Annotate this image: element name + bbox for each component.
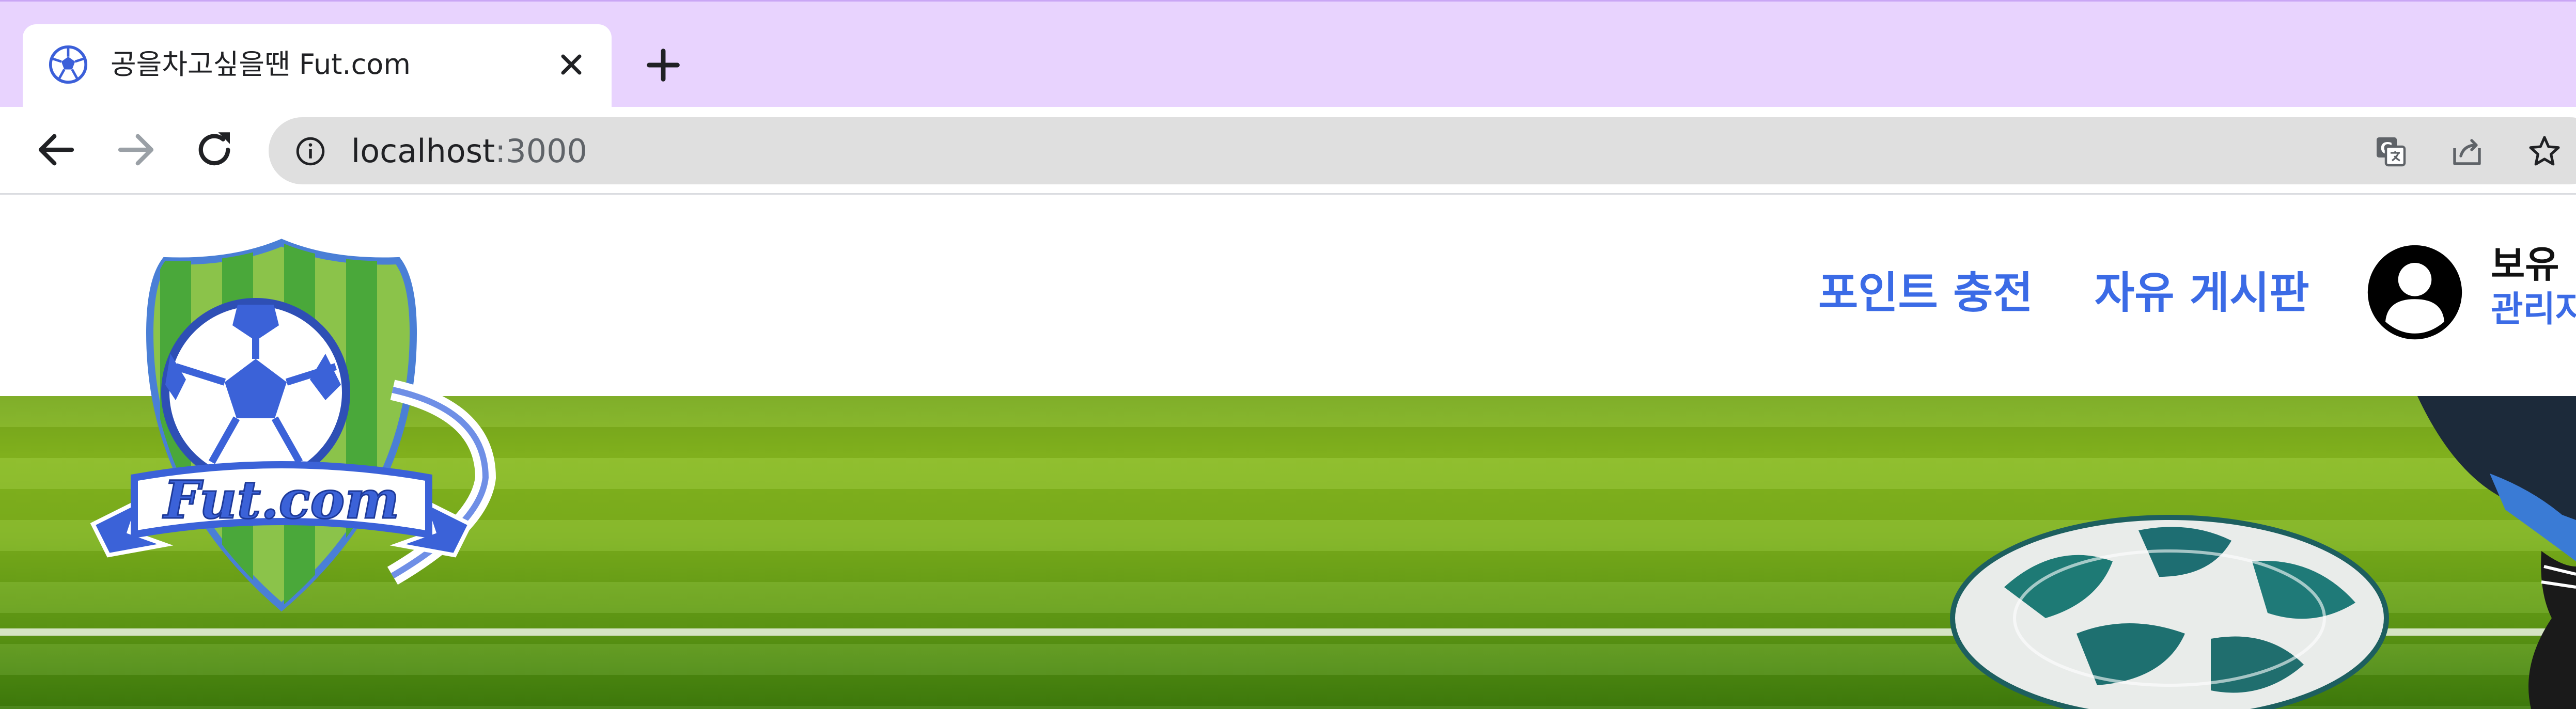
plus-icon[interactable] <box>642 44 684 86</box>
url-text: localhost:3000 <box>351 132 587 171</box>
url-port: :3000 <box>495 132 587 170</box>
info-icon[interactable] <box>293 134 327 168</box>
browser-tab-strip: 공을차고싶을땐 Fut.com <box>0 0 2576 108</box>
user-points-label: 보유 : <box>2491 243 2576 286</box>
hero-player-leg-image <box>2417 396 2576 709</box>
user-avatar-icon[interactable] <box>2366 243 2464 341</box>
nav-link-point-charge[interactable]: 포인트 충전 <box>1818 267 2033 319</box>
url-host: localhost <box>351 132 495 170</box>
arrow-left-icon[interactable] <box>33 127 80 173</box>
user-role-label: 관리자 <box>2491 289 2576 330</box>
star-icon[interactable] <box>2526 133 2563 170</box>
tab-title: 공을차고싶을땐 Fut.com <box>111 48 411 81</box>
address-bar[interactable]: localhost:3000 G <box>269 117 2576 184</box>
hero-soccer-ball-image <box>1950 515 2389 709</box>
translate-icon[interactable]: G <box>2372 133 2409 170</box>
close-icon[interactable] <box>555 48 588 81</box>
browser-tab-active[interactable]: 공을차고싶을땐 Fut.com <box>23 24 612 108</box>
soccer-ball-icon <box>49 45 88 84</box>
browser-toolbar: localhost:3000 G <box>0 107 2576 195</box>
arrow-right-icon[interactable] <box>113 127 159 173</box>
nav-link-free-board[interactable]: 자유 게시판 <box>2095 267 2309 319</box>
reload-icon[interactable] <box>191 127 238 173</box>
logo-soccer-ball-icon <box>161 298 350 487</box>
logo-text: Fut.com <box>162 469 399 530</box>
site-logo[interactable]: Fut.com <box>83 235 517 620</box>
share-icon[interactable] <box>2448 133 2486 170</box>
